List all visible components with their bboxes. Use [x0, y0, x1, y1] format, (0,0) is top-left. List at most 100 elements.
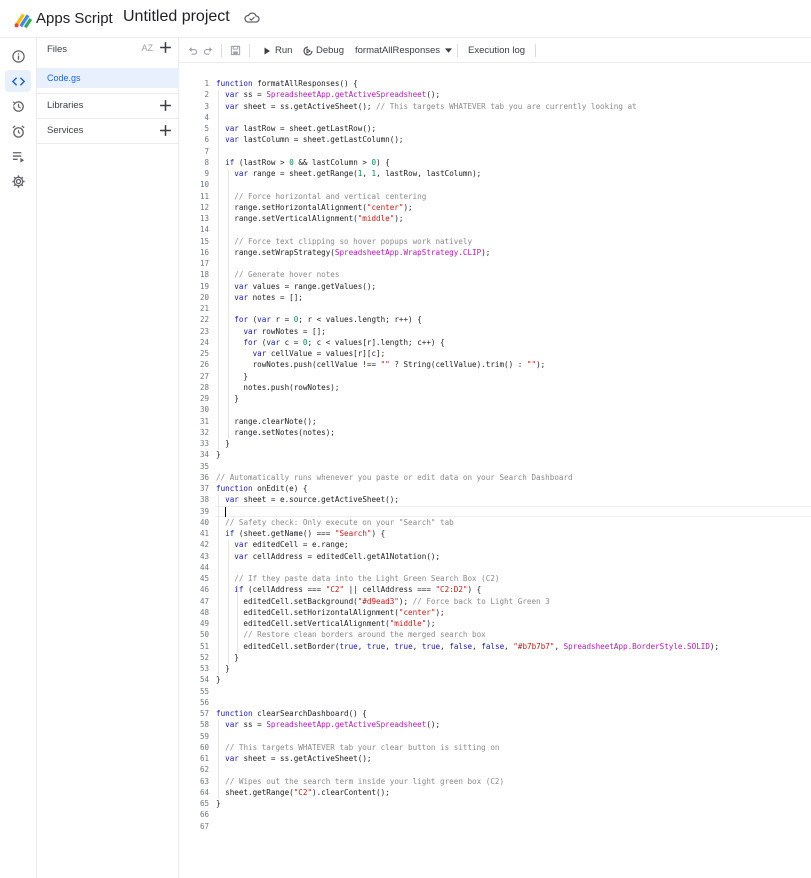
indent-guide: [218, 495, 220, 676]
add-service-icon[interactable]: [159, 124, 172, 137]
line-number: 38: [199, 495, 209, 505]
line-number: 15: [199, 236, 209, 246]
code-line: }: [216, 450, 221, 460]
code-line: range.setHorizontalAlignment("center");: [216, 202, 413, 212]
line-number: 23: [199, 326, 209, 336]
function-select-value: formatAllResponses: [355, 45, 441, 56]
code-line: // Generate hover notes: [234, 270, 340, 280]
code-line: function clearSearchDashboard() {: [216, 709, 367, 718]
chevron-down-icon: [445, 48, 453, 53]
line-number: 26: [199, 360, 209, 370]
line-number: 48: [199, 607, 209, 617]
code-line: for (var r = 0; r < values.length; r++) …: [234, 315, 422, 325]
code-line: function onEdit(e) {: [216, 484, 308, 493]
file-item-code-gs[interactable]: Code.gs: [37, 68, 179, 88]
services-label: Services: [47, 125, 84, 136]
executions-button[interactable]: [5, 145, 31, 167]
line-number: 7: [204, 146, 209, 156]
line-number: 36: [199, 472, 209, 482]
line-number: 39: [199, 506, 209, 516]
code-line: sheet.getRange("C2").clearContent();: [216, 787, 390, 797]
code-icon: [11, 76, 25, 86]
code-line: range.setVerticalAlignment("middle");: [216, 214, 404, 223]
line-number: 53: [199, 664, 209, 673]
line-number: 31: [199, 416, 209, 426]
line-number: 63: [199, 776, 209, 786]
line-number: 8: [204, 157, 209, 167]
code-line: // This targets WHATEVER tab your clear …: [225, 742, 500, 752]
save-button[interactable]: [230, 38, 241, 63]
code-line: var sheet = ss.getActiveSheet();: [225, 754, 372, 763]
function-select[interactable]: formatAllResponses: [355, 38, 453, 63]
run-label: Run: [275, 45, 293, 56]
execution-log-button[interactable]: Execution log: [468, 38, 525, 63]
toolbar-separator: [221, 44, 222, 57]
line-number: 40: [199, 517, 209, 527]
code-line: if (lastRow > 0 && lastColumn > 0) {: [225, 157, 390, 167]
apps-script-logo-icon: [14, 13, 33, 29]
sort-az-icon[interactable]: AZ: [141, 43, 153, 53]
line-number: 2: [204, 90, 209, 100]
project-settings-button[interactable]: [5, 170, 31, 192]
code-line: var range = sheet.getRange(1, 1, lastRow…: [234, 169, 482, 178]
alarm-clock-icon: [11, 124, 25, 138]
gear-icon: [11, 174, 25, 188]
line-number: 21: [199, 304, 209, 313]
project-title[interactable]: Untitled project: [123, 8, 230, 26]
text-caret: [225, 506, 227, 517]
line-number: 60: [199, 742, 209, 752]
line-number: 30: [199, 405, 209, 415]
code-line: // Force text clipping so hover popups w…: [234, 236, 473, 246]
line-number: 57: [199, 709, 209, 718]
add-file-icon[interactable]: [159, 41, 172, 54]
services-row[interactable]: Services: [37, 118, 179, 143]
line-number: 9: [204, 169, 209, 178]
line-number: 61: [199, 754, 209, 763]
toolbar-separator: [249, 44, 250, 57]
history-button[interactable]: [5, 95, 31, 117]
code-editor[interactable]: 1 function formatAllResponses() {2 var ss…: [179, 63, 811, 878]
line-number: 28: [199, 382, 209, 392]
code-line: var cellValue = values[r][c];: [252, 349, 386, 358]
libraries-row[interactable]: Libraries: [37, 93, 179, 118]
line-number: 66: [199, 810, 209, 820]
debug-button[interactable]: Debug: [303, 38, 344, 63]
app-name[interactable]: Apps Script: [36, 10, 113, 27]
line-number: 22: [199, 315, 209, 325]
code-line: var values = range.getValues();: [234, 281, 377, 291]
add-library-icon[interactable]: [159, 99, 172, 112]
execution-log-label: Execution log: [468, 45, 526, 56]
line-number: 20: [199, 292, 209, 302]
undo-button[interactable]: [187, 38, 198, 63]
line-number: 41: [199, 529, 209, 538]
code-line: if (sheet.getName() === "Search") {: [225, 529, 386, 538]
code-line: // Automatically runs whenever you paste…: [216, 472, 573, 482]
redo-button[interactable]: [203, 38, 214, 63]
list-play-icon: [12, 151, 24, 163]
line-number: 25: [199, 349, 209, 358]
line-number: 49: [199, 619, 209, 628]
editor-button[interactable]: [5, 70, 31, 92]
line-number: 42: [199, 540, 209, 550]
code-line: range.clearNote();: [216, 416, 317, 426]
code-line: // Restore clean borders around the merg…: [243, 630, 486, 640]
triggers-button[interactable]: [5, 120, 31, 142]
overview-button[interactable]: [5, 45, 31, 67]
line-number: 18: [199, 270, 209, 280]
code-line: var notes = [];: [234, 292, 303, 302]
line-number: 16: [199, 247, 209, 257]
indent-guide: [227, 540, 229, 664]
run-button[interactable]: Run: [263, 38, 292, 63]
line-number: 19: [199, 281, 209, 291]
history-icon: [12, 100, 24, 112]
code-line: var ss = SpreadsheetApp.getActiveSpreads…: [225, 720, 441, 730]
line-number: 47: [199, 596, 209, 606]
info-icon: [11, 49, 25, 63]
indent-guide: [227, 169, 229, 439]
line-number: 50: [199, 630, 209, 640]
line-number: 35: [199, 461, 209, 471]
line-number: 43: [199, 551, 209, 561]
code-line: function formatAllResponses() {: [216, 79, 358, 88]
undo-icon: [188, 47, 198, 55]
line-number: 62: [199, 765, 209, 775]
